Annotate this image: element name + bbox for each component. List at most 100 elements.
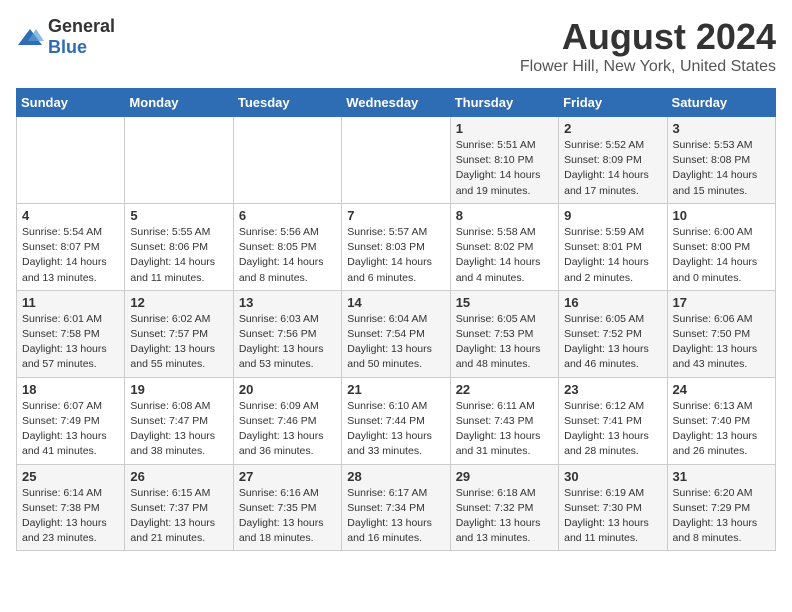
day-number: 29	[456, 469, 553, 484]
day-info: Sunrise: 6:02 AM Sunset: 7:57 PM Dayligh…	[130, 312, 227, 373]
header-sunday: Sunday	[17, 89, 125, 117]
day-info: Sunrise: 6:11 AM Sunset: 7:43 PM Dayligh…	[456, 399, 553, 460]
calendar-cell: 23 Sunrise: 6:12 AM Sunset: 7:41 PM Dayli…	[559, 377, 667, 464]
calendar-cell: 28 Sunrise: 6:17 AM Sunset: 7:34 PM Dayli…	[342, 464, 450, 551]
day-info: Sunrise: 5:59 AM Sunset: 8:01 PM Dayligh…	[564, 225, 661, 286]
calendar-cell: 21 Sunrise: 6:10 AM Sunset: 7:44 PM Dayli…	[342, 377, 450, 464]
day-number: 8	[456, 208, 553, 223]
day-number: 15	[456, 295, 553, 310]
day-number: 1	[456, 121, 553, 136]
day-number: 9	[564, 208, 661, 223]
day-number: 24	[673, 382, 770, 397]
day-info: Sunrise: 6:06 AM Sunset: 7:50 PM Dayligh…	[673, 312, 770, 373]
day-number: 5	[130, 208, 227, 223]
calendar-cell: 29Sunrise: 6:18 AM Sunset: 7:32 PM Dayli…	[450, 464, 558, 551]
calendar-cell: 31Sunrise: 6:20 AM Sunset: 7:29 PM Dayli…	[667, 464, 775, 551]
calendar-cell: 12Sunrise: 6:02 AM Sunset: 7:57 PM Dayli…	[125, 290, 233, 377]
day-number: 25	[22, 469, 119, 484]
day-info: Sunrise: 6:09 AM Sunset: 7:46 PM Dayligh…	[239, 399, 336, 460]
calendar-cell: 13Sunrise: 6:03 AM Sunset: 7:56 PM Dayli…	[233, 290, 341, 377]
calendar-header-row: SundayMondayTuesdayWednesdayThursdayFrid…	[17, 89, 776, 117]
day-number: 16	[564, 295, 661, 310]
calendar-cell	[342, 117, 450, 204]
main-title: August 2024	[520, 16, 776, 58]
day-number: 4	[22, 208, 119, 223]
day-number: 19	[130, 382, 227, 397]
calendar-cell: 8Sunrise: 5:58 AM Sunset: 8:02 PM Daylig…	[450, 203, 558, 290]
calendar-cell: 15 Sunrise: 6:05 AM Sunset: 7:53 PM Dayli…	[450, 290, 558, 377]
day-info: Sunrise: 5:53 AM Sunset: 8:08 PM Dayligh…	[673, 138, 770, 199]
calendar-cell: 26 Sunrise: 6:15 AM Sunset: 7:37 PM Dayli…	[125, 464, 233, 551]
calendar-cell: 3 Sunrise: 5:53 AM Sunset: 8:08 PM Daylig…	[667, 117, 775, 204]
day-number: 28	[347, 469, 444, 484]
day-number: 23	[564, 382, 661, 397]
day-number: 21	[347, 382, 444, 397]
header-wednesday: Wednesday	[342, 89, 450, 117]
day-number: 14	[347, 295, 444, 310]
day-info: Sunrise: 5:56 AM Sunset: 8:05 PM Dayligh…	[239, 225, 336, 286]
day-number: 3	[673, 121, 770, 136]
day-info: Sunrise: 6:13 AM Sunset: 7:40 PM Dayligh…	[673, 399, 770, 460]
day-number: 22	[456, 382, 553, 397]
header-monday: Monday	[125, 89, 233, 117]
day-info: Sunrise: 6:17 AM Sunset: 7:34 PM Dayligh…	[347, 486, 444, 547]
day-info: Sunrise: 6:03 AM Sunset: 7:56 PM Dayligh…	[239, 312, 336, 373]
day-number: 30	[564, 469, 661, 484]
calendar-cell: 5 Sunrise: 5:55 AM Sunset: 8:06 PM Daylig…	[125, 203, 233, 290]
calendar-cell: 1 Sunrise: 5:51 AM Sunset: 8:10 PM Daylig…	[450, 117, 558, 204]
calendar-cell: 19 Sunrise: 6:08 AM Sunset: 7:47 PM Dayli…	[125, 377, 233, 464]
calendar-cell: 27Sunrise: 6:16 AM Sunset: 7:35 PM Dayli…	[233, 464, 341, 551]
day-number: 27	[239, 469, 336, 484]
calendar-cell: 10 Sunrise: 6:00 AM Sunset: 8:00 PM Dayli…	[667, 203, 775, 290]
calendar-cell: 9 Sunrise: 5:59 AM Sunset: 8:01 PM Daylig…	[559, 203, 667, 290]
day-info: Sunrise: 6:08 AM Sunset: 7:47 PM Dayligh…	[130, 399, 227, 460]
calendar-cell: 2Sunrise: 5:52 AM Sunset: 8:09 PM Daylig…	[559, 117, 667, 204]
day-number: 20	[239, 382, 336, 397]
calendar-week-4: 18Sunrise: 6:07 AM Sunset: 7:49 PM Dayli…	[17, 377, 776, 464]
day-number: 10	[673, 208, 770, 223]
day-info: Sunrise: 5:54 AM Sunset: 8:07 PM Dayligh…	[22, 225, 119, 286]
calendar-body: 1 Sunrise: 5:51 AM Sunset: 8:10 PM Daylig…	[17, 117, 776, 551]
day-info: Sunrise: 5:51 AM Sunset: 8:10 PM Dayligh…	[456, 138, 553, 199]
day-info: Sunrise: 6:12 AM Sunset: 7:41 PM Dayligh…	[564, 399, 661, 460]
calendar-cell	[125, 117, 233, 204]
calendar-cell: 25 Sunrise: 6:14 AM Sunset: 7:38 PM Dayli…	[17, 464, 125, 551]
calendar-week-3: 11Sunrise: 6:01 AM Sunset: 7:58 PM Dayli…	[17, 290, 776, 377]
day-number: 31	[673, 469, 770, 484]
day-info: Sunrise: 6:19 AM Sunset: 7:30 PM Dayligh…	[564, 486, 661, 547]
calendar-cell: 4 Sunrise: 5:54 AM Sunset: 8:07 PM Daylig…	[17, 203, 125, 290]
calendar-week-5: 25 Sunrise: 6:14 AM Sunset: 7:38 PM Dayli…	[17, 464, 776, 551]
day-info: Sunrise: 6:14 AM Sunset: 7:38 PM Dayligh…	[22, 486, 119, 547]
logo-blue: Blue	[48, 37, 87, 57]
day-info: Sunrise: 5:55 AM Sunset: 8:06 PM Dayligh…	[130, 225, 227, 286]
day-info: Sunrise: 6:05 AM Sunset: 7:53 PM Dayligh…	[456, 312, 553, 373]
calendar-cell: 24 Sunrise: 6:13 AM Sunset: 7:40 PM Dayli…	[667, 377, 775, 464]
page-header: General Blue August 2024 Flower Hill, Ne…	[16, 16, 776, 76]
calendar-cell: 11Sunrise: 6:01 AM Sunset: 7:58 PM Dayli…	[17, 290, 125, 377]
logo-general: General	[48, 16, 115, 36]
calendar-cell: 22 Sunrise: 6:11 AM Sunset: 7:43 PM Dayli…	[450, 377, 558, 464]
header-saturday: Saturday	[667, 89, 775, 117]
day-info: Sunrise: 6:00 AM Sunset: 8:00 PM Dayligh…	[673, 225, 770, 286]
day-info: Sunrise: 5:52 AM Sunset: 8:09 PM Dayligh…	[564, 138, 661, 199]
calendar-cell: 18Sunrise: 6:07 AM Sunset: 7:49 PM Dayli…	[17, 377, 125, 464]
calendar-cell: 17Sunrise: 6:06 AM Sunset: 7:50 PM Dayli…	[667, 290, 775, 377]
calendar-cell: 7Sunrise: 5:57 AM Sunset: 8:03 PM Daylig…	[342, 203, 450, 290]
day-info: Sunrise: 6:10 AM Sunset: 7:44 PM Dayligh…	[347, 399, 444, 460]
title-area: August 2024 Flower Hill, New York, Unite…	[520, 16, 776, 76]
day-info: Sunrise: 6:05 AM Sunset: 7:52 PM Dayligh…	[564, 312, 661, 373]
calendar-cell: 30 Sunrise: 6:19 AM Sunset: 7:30 PM Dayli…	[559, 464, 667, 551]
calendar-cell: 16 Sunrise: 6:05 AM Sunset: 7:52 PM Dayli…	[559, 290, 667, 377]
logo-icon	[16, 27, 44, 47]
calendar-table: SundayMondayTuesdayWednesdayThursdayFrid…	[16, 88, 776, 551]
day-info: Sunrise: 6:15 AM Sunset: 7:37 PM Dayligh…	[130, 486, 227, 547]
day-number: 18	[22, 382, 119, 397]
day-number: 6	[239, 208, 336, 223]
header-friday: Friday	[559, 89, 667, 117]
day-number: 26	[130, 469, 227, 484]
logo: General Blue	[16, 16, 115, 58]
calendar-cell: 20 Sunrise: 6:09 AM Sunset: 7:46 PM Dayli…	[233, 377, 341, 464]
calendar-cell: 14Sunrise: 6:04 AM Sunset: 7:54 PM Dayli…	[342, 290, 450, 377]
calendar-cell	[17, 117, 125, 204]
calendar-cell: 6 Sunrise: 5:56 AM Sunset: 8:05 PM Daylig…	[233, 203, 341, 290]
